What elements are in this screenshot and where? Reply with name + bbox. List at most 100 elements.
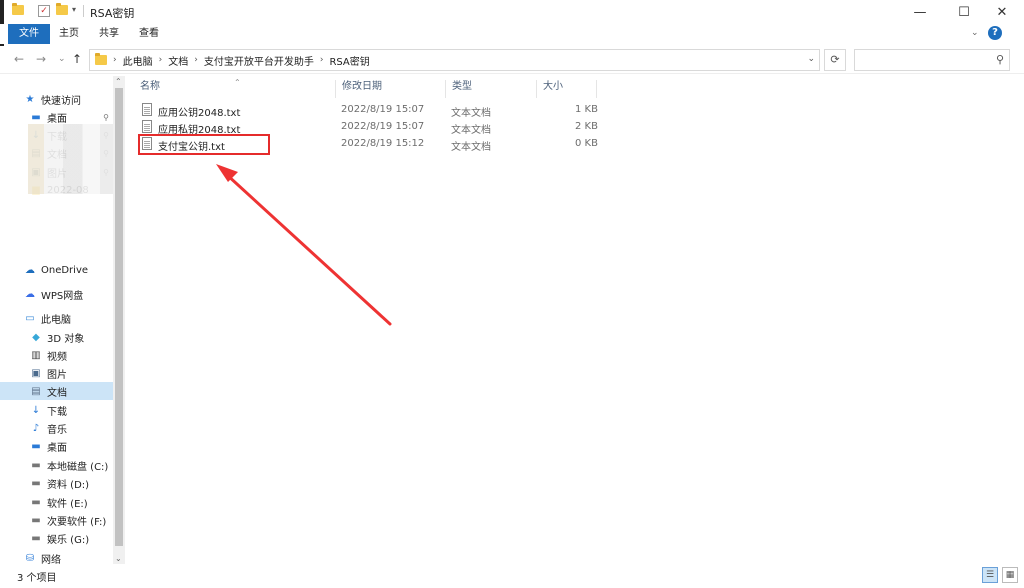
sidebar-item-label: 快速访问	[41, 95, 81, 107]
search-input[interactable]: ⚲	[854, 49, 1010, 71]
file-list: ⌃ 名称 修改日期 类型 大小 应用公钥2048.txt 2022/8/19 15…	[134, 76, 1024, 564]
breadcrumb-separator[interactable]: ›	[194, 55, 198, 65]
cloud-icon: ☁	[25, 264, 35, 276]
up-button[interactable]: ↑	[72, 52, 82, 66]
sidebar-item[interactable]: ▬ 次要软件 (F:)	[0, 511, 113, 529]
scroll-up-icon[interactable]: ⌃	[115, 77, 122, 86]
help-icon[interactable]: ?	[988, 26, 1002, 40]
sidebar-item[interactable]: ★ 快速访问	[0, 90, 113, 108]
sidebar-item-label: 图片	[47, 369, 67, 381]
star-icon: ★	[25, 93, 35, 105]
back-button[interactable]: ←	[14, 52, 24, 66]
sidebar-item-label: OneDrive	[41, 264, 89, 276]
forward-button[interactable]: →	[36, 52, 46, 66]
document-icon: ▤	[31, 385, 41, 397]
title-bar: ✓ ▾ RSA密钥 — ☐ ✕	[0, 0, 1024, 70]
sidebar-item[interactable]: ▬ 软件 (E:)	[0, 493, 113, 511]
video-icon: ▥	[31, 349, 41, 361]
desktop-icon: ▬	[31, 440, 41, 452]
sidebar-item[interactable]: ▬ 桌面	[0, 437, 113, 455]
properties-icon[interactable]: ✓	[38, 5, 50, 17]
sidebar-item[interactable]: ↓ 下载	[0, 401, 113, 419]
tab-share[interactable]: 共享	[94, 24, 124, 44]
picture-icon: ▣	[31, 367, 41, 379]
breadcrumb-rsa-keys[interactable]: RSA密钥	[329, 53, 369, 68]
sidebar-item[interactable]: ▤ 文档	[0, 382, 113, 400]
quick-access-dropdown-icon[interactable]: ▾	[72, 5, 76, 14]
drive-icon: ▬	[31, 459, 41, 471]
drive-icon: ▬	[31, 514, 41, 526]
window-title: RSA密钥	[90, 7, 135, 20]
breadcrumb-alipay-assistant[interactable]: 支付宝开放平台开发助手	[204, 53, 314, 68]
status-bar: 3 个项目 ☰ ▦	[0, 564, 1024, 588]
arrow-shaft	[224, 172, 392, 326]
address-dropdown-icon[interactable]: ⌄	[807, 54, 815, 64]
address-bar[interactable]: › 此电脑 › 文档 › 支付宝开放平台开发助手 › RSA密钥 ⌄	[89, 49, 820, 71]
breadcrumb-this-pc[interactable]: 此电脑	[123, 53, 153, 68]
drive-icon: ▬	[31, 532, 41, 544]
sidebar-item[interactable]: ☁ OneDrive	[0, 261, 113, 279]
sidebar-item-label: 音乐	[47, 424, 67, 436]
sidebar-item[interactable]: ☁ WPS网盘	[0, 285, 113, 303]
minimize-button[interactable]: —	[898, 0, 942, 24]
sidebar-item[interactable]: ▬ 娱乐 (G:)	[0, 529, 113, 547]
search-icon: ⚲	[995, 53, 1004, 66]
tab-file[interactable]: 文件	[8, 24, 50, 44]
sidebar-scrollbar[interactable]: ⌃ ⌄	[113, 76, 125, 564]
sidebar-item[interactable]: ◆ 3D 对象	[0, 328, 113, 346]
large-icons-view-button[interactable]: ▦	[1002, 567, 1018, 583]
desktop-icon: ▬	[31, 111, 41, 123]
sidebar-item-label: 娱乐 (G:)	[47, 534, 90, 546]
sidebar-item[interactable]: ⛁ 网络	[0, 549, 113, 565]
recent-locations-icon[interactable]: ⌄	[58, 54, 66, 64]
folder-icon	[95, 52, 107, 66]
sidebar-item-label: 本地磁盘 (C:)	[47, 461, 109, 473]
sidebar-item-label: 下载	[47, 406, 67, 418]
breadcrumb-separator: ›	[113, 55, 117, 65]
sidebar-item[interactable]: ▬ 本地磁盘 (C:)	[0, 456, 113, 474]
tab-view[interactable]: 查看	[134, 24, 164, 44]
column-header-size[interactable]: 大小	[537, 80, 597, 98]
wps-cloud-icon: ☁	[25, 288, 35, 300]
sidebar-item-label: WPS网盘	[41, 290, 84, 302]
ribbon: 文件 主页 共享 查看 ⌄ ?	[0, 24, 1024, 44]
sidebar-item[interactable]: ▥ 视频	[0, 346, 113, 364]
pc-icon: ▭	[25, 312, 35, 324]
ribbon-collapse-icon[interactable]: ⌄	[971, 28, 979, 38]
sidebar-item[interactable]: ▬ 资料 (D:)	[0, 474, 113, 492]
arrow-head	[216, 164, 238, 182]
sidebar-item[interactable]: ▣ 图片	[0, 364, 113, 382]
file-type: 文本文档	[451, 108, 491, 119]
sidebar-item[interactable]: ▭ 此电脑	[0, 309, 113, 327]
file-size: 1 KB	[575, 104, 598, 115]
pin-icon[interactable]: ⚲	[103, 113, 109, 122]
scroll-thumb[interactable]	[115, 88, 123, 546]
file-type: 文本文档	[451, 125, 491, 136]
sidebar-item-label: 次要软件 (F:)	[47, 516, 107, 528]
sidebar-item[interactable]: ♪ 音乐	[0, 419, 113, 437]
sidebar-item-label: 视频	[47, 351, 67, 363]
drive-icon: ▬	[31, 496, 41, 508]
sidebar-item-label: 3D 对象	[47, 333, 85, 345]
tab-home[interactable]: 主页	[54, 24, 84, 44]
drive-icon: ▬	[31, 477, 41, 489]
close-button[interactable]: ✕	[980, 0, 1024, 24]
cube-icon: ◆	[32, 331, 40, 343]
sidebar-item-label: 资料 (D:)	[47, 479, 90, 491]
column-header-type[interactable]: 类型	[446, 80, 537, 98]
breadcrumb-separator[interactable]: ›	[320, 55, 324, 65]
details-view-button[interactable]: ☰	[982, 567, 998, 583]
breadcrumb-separator[interactable]: ›	[159, 55, 163, 65]
sidebar-item-label: 此电脑	[41, 314, 71, 326]
sidebar-item-label: 软件 (E:)	[47, 498, 88, 510]
music-icon: ♪	[32, 422, 40, 434]
refresh-button[interactable]: ⟳	[824, 49, 846, 71]
breadcrumb-documents[interactable]: 文档	[168, 53, 188, 68]
network-icon: ⛁	[25, 552, 35, 564]
new-folder-icon[interactable]	[56, 3, 68, 15]
sidebar-item-label: 网络	[41, 554, 61, 565]
title-divider	[83, 5, 84, 17]
annotation-arrow	[216, 164, 392, 326]
scroll-down-icon[interactable]: ⌄	[115, 554, 122, 563]
sidebar-item-label: 桌面	[47, 113, 67, 125]
